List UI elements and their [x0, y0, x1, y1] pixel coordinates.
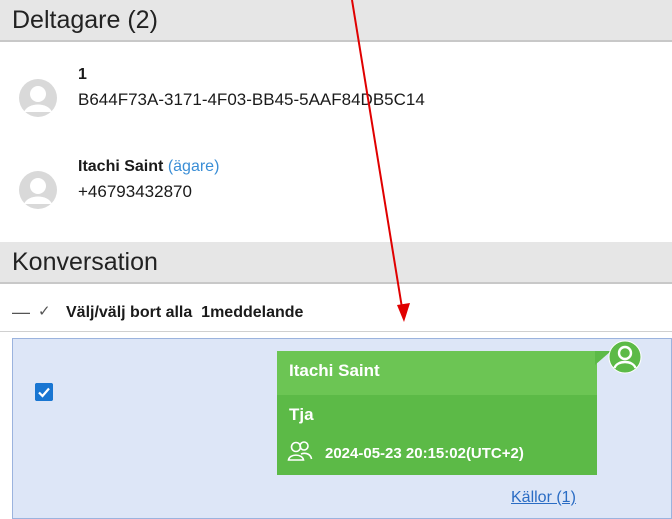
message-sender: Itachi Saint — [289, 361, 380, 380]
select-all-label[interactable]: Välj/välj bort alla 1meddelande — [66, 304, 303, 322]
avatar-icon — [19, 171, 57, 209]
conversation-header: Konversation — [0, 242, 672, 284]
participants-title: Deltagare (2) — [12, 6, 158, 34]
participant-item[interactable]: Itachi Saint (ägare) +46793432870 — [14, 156, 654, 216]
message-header: Itachi Saint — [277, 351, 597, 395]
participants-header: Deltagare (2) — [0, 0, 672, 42]
participants-icon — [287, 441, 313, 461]
message-checkbox[interactable] — [35, 383, 53, 401]
owner-role-label: (ägare) — [167, 158, 220, 175]
collapse-icon[interactable]: — — [12, 302, 30, 323]
message-text: Tja — [289, 405, 314, 424]
participant-phone: +46793432870 — [78, 182, 192, 201]
participant-id: B644F73A-3171-4F03-BB45-5AAF84DB5C14 — [78, 90, 425, 109]
message-bubble[interactable]: Itachi Saint Tja 2024-05-23 20:15:02(UTC… — [277, 351, 597, 475]
selection-toolbar: — ✓ Välj/välj bort alla 1meddelande — [0, 296, 672, 332]
check-icon[interactable]: ✓ — [38, 302, 51, 320]
participant-item[interactable]: 1 B644F73A-3171-4F03-BB45-5AAF84DB5C14 — [14, 64, 654, 124]
conversation-title: Konversation — [12, 248, 158, 276]
message-timestamp: 2024-05-23 20:15:02(UTC+2) — [325, 445, 524, 462]
sender-avatar-icon — [608, 340, 642, 374]
sources-link[interactable]: Källor (1) — [511, 489, 576, 507]
avatar-icon — [19, 79, 57, 117]
participant-name: Itachi Saint (ägare) — [78, 158, 220, 175]
message-row[interactable]: Itachi Saint Tja 2024-05-23 20:15:02(UTC… — [12, 338, 672, 519]
participant-name: 1 — [78, 66, 87, 83]
